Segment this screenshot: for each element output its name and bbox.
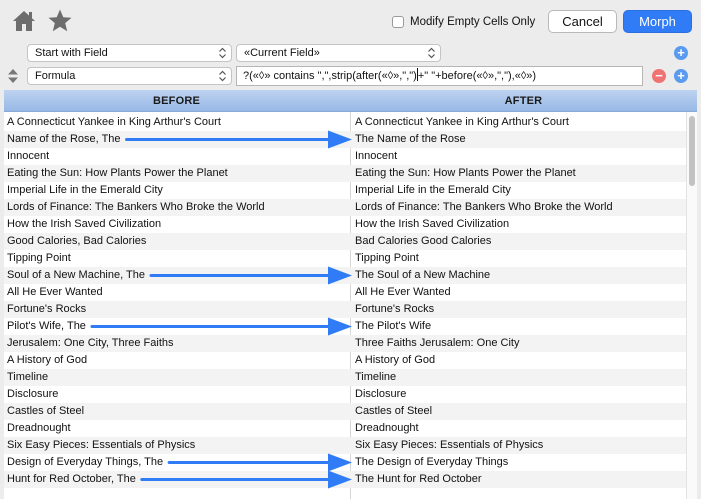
- after-cell: Bad Calories Good Calories: [355, 235, 492, 247]
- table-rows: A Connecticut Yankee in King Arthur's Co…: [4, 114, 686, 488]
- after-column-header: AFTER: [504, 95, 543, 107]
- after-cell: A Connecticut Yankee in King Arthur's Co…: [355, 116, 569, 128]
- before-cell: Dreadnought: [7, 422, 71, 434]
- after-cell: Three Faiths Jerusalem: One City: [355, 337, 520, 349]
- after-cell: The Soul of a New Machine: [355, 269, 491, 281]
- table-row[interactable]: Name of the Rose, The The Name of the Ros…: [4, 131, 686, 148]
- remove-rule-button[interactable]: −: [652, 69, 666, 83]
- after-cell: Innocent: [355, 150, 398, 162]
- preview-table: BEFORE AFTER A Connecticut Yankee in Kin…: [4, 90, 697, 499]
- rule1-field-select[interactable]: «Current Field»: [236, 44, 441, 62]
- after-cell: The Pilot's Wife: [355, 320, 432, 332]
- before-cell: Castles of Steel: [7, 405, 85, 417]
- table-row[interactable]: Jerusalem: One City, Three Faiths Three F…: [4, 335, 686, 352]
- formula-text-after-caret: +" "+before(«◊»,","),«◊»): [417, 70, 537, 82]
- table-row[interactable]: How the Irish Saved Civilization How the …: [4, 216, 686, 233]
- add-rule-button[interactable]: +: [674, 69, 688, 83]
- formula-text-before-caret: ?(«◊» contains ",",strip(after(«◊»,","): [243, 70, 417, 82]
- modify-empty-cells-label: Modify Empty Cells Only: [410, 16, 536, 28]
- after-cell: Fortune's Rocks: [355, 303, 435, 315]
- rule2-action-select[interactable]: Formula: [27, 67, 232, 85]
- after-cell: Eating the Sun: How Plants Power the Pla…: [355, 167, 576, 179]
- rule1-field-value: «Current Field»: [244, 47, 320, 59]
- table-row[interactable]: Soul of a New Machine, The The Soul of a …: [4, 267, 686, 284]
- cancel-button[interactable]: Cancel: [548, 10, 617, 33]
- after-cell: How the Irish Saved Civilization: [355, 218, 510, 230]
- before-cell: Imperial Life in the Emerald City: [7, 184, 163, 196]
- table-row[interactable]: Disclosure Disclosure: [4, 386, 686, 403]
- after-cell: Tipping Point: [355, 252, 419, 264]
- table-row[interactable]: Eating the Sun: How Plants Power the Pla…: [4, 165, 686, 182]
- rule2-action-value: Formula: [35, 70, 76, 82]
- before-cell: How the Irish Saved Civilization: [7, 218, 162, 230]
- rule-row-2: Formula ?(«◊» contains ",",strip(after(«…: [0, 65, 701, 87]
- table-row[interactable]: All He Ever Wanted All He Ever Wanted: [4, 284, 686, 301]
- before-cell: Eating the Sun: How Plants Power the Pla…: [7, 167, 228, 179]
- after-cell: The Design of Everyday Things: [355, 456, 509, 468]
- rule-row-1: Start with Field «Current Field» +: [0, 42, 701, 64]
- after-cell: The Name of the Rose: [355, 133, 466, 145]
- rule1-action-select[interactable]: Start with Field: [27, 44, 232, 62]
- chevron-updown-icon: [428, 47, 435, 59]
- rule1-action-value: Start with Field: [35, 47, 108, 59]
- reorder-handle-icon[interactable]: [7, 68, 19, 84]
- table-row[interactable]: Castles of Steel Castles of Steel: [4, 403, 686, 420]
- before-cell: A Connecticut Yankee in King Arthur's Co…: [7, 116, 221, 128]
- after-cell: The Hunt for Red October: [355, 473, 482, 485]
- table-header: BEFORE AFTER: [4, 90, 697, 112]
- after-cell: Lords of Finance: The Bankers Who Broke …: [355, 201, 613, 213]
- toolbar: Modify Empty Cells Only Cancel Morph: [0, 0, 701, 42]
- table-row[interactable]: Hunt for Red October, The The Hunt for Re…: [4, 471, 686, 488]
- morph-button[interactable]: Morph: [623, 10, 692, 33]
- table-row[interactable]: Tipping Point Tipping Point: [4, 250, 686, 267]
- before-cell: Hunt for Red October, The: [7, 473, 136, 485]
- modify-empty-cells-toggle[interactable]: Modify Empty Cells Only: [392, 14, 535, 30]
- table-row[interactable]: Lords of Finance: The Bankers Who Broke …: [4, 199, 686, 216]
- before-cell: Disclosure: [7, 388, 59, 400]
- before-cell: Design of Everyday Things, The: [7, 456, 164, 468]
- before-column-header: BEFORE: [152, 95, 201, 107]
- table-row[interactable]: Dreadnought Dreadnought: [4, 420, 686, 437]
- table-row[interactable]: A History of God A History of God: [4, 352, 686, 369]
- after-cell: Six Easy Pieces: Essentials of Physics: [355, 439, 544, 451]
- chevron-updown-icon: [219, 70, 226, 82]
- table-row[interactable]: Six Easy Pieces: Essentials of Physics Si…: [4, 437, 686, 454]
- before-cell: Name of the Rose, The: [7, 133, 121, 145]
- chevron-updown-icon: [219, 47, 226, 59]
- after-cell: Dreadnought: [355, 422, 419, 434]
- after-cell: Imperial Life in the Emerald City: [355, 184, 511, 196]
- table-row[interactable]: Imperial Life in the Emerald City Imperia…: [4, 182, 686, 199]
- after-cell: Disclosure: [355, 388, 407, 400]
- after-cell: Timeline: [355, 371, 397, 383]
- before-cell: Good Calories, Bad Calories: [7, 235, 147, 247]
- before-cell: Lords of Finance: The Bankers Who Broke …: [7, 201, 265, 213]
- before-cell: Jerusalem: One City, Three Faiths: [7, 337, 174, 349]
- table-row[interactable]: Fortune's Rocks Fortune's Rocks: [4, 301, 686, 318]
- table-row[interactable]: Timeline Timeline: [4, 369, 686, 386]
- scrollbar-thumb[interactable]: [689, 116, 695, 186]
- before-cell: Pilot's Wife, The: [7, 320, 86, 332]
- before-cell: Six Easy Pieces: Essentials of Physics: [7, 439, 196, 451]
- add-rule-button[interactable]: +: [674, 46, 688, 60]
- table-row[interactable]: Good Calories, Bad Calories Bad Calories …: [4, 233, 686, 250]
- after-cell: A History of God: [355, 354, 436, 366]
- table-row[interactable]: Design of Everyday Things, The The Design…: [4, 454, 686, 471]
- before-cell: Soul of a New Machine, The: [7, 269, 145, 281]
- after-cell: Castles of Steel: [355, 405, 433, 417]
- before-cell: All He Ever Wanted: [7, 286, 103, 298]
- before-cell: Timeline: [7, 371, 49, 383]
- table-row[interactable]: Pilot's Wife, The The Pilot's Wife: [4, 318, 686, 335]
- before-cell: A History of God: [7, 354, 88, 366]
- after-cell: All He Ever Wanted: [355, 286, 451, 298]
- modify-empty-cells-checkbox[interactable]: [392, 16, 404, 28]
- formula-input[interactable]: ?(«◊» contains ",",strip(after(«◊»,",")+…: [236, 66, 643, 86]
- vertical-scrollbar[interactable]: [686, 112, 697, 499]
- before-cell: Fortune's Rocks: [7, 303, 87, 315]
- before-cell: Innocent: [7, 150, 50, 162]
- table-row[interactable]: A Connecticut Yankee in King Arthur's Co…: [4, 114, 686, 131]
- home-icon[interactable]: [11, 8, 37, 34]
- table-row[interactable]: Innocent Innocent: [4, 148, 686, 165]
- star-icon[interactable]: [47, 8, 73, 34]
- before-cell: Tipping Point: [7, 252, 71, 264]
